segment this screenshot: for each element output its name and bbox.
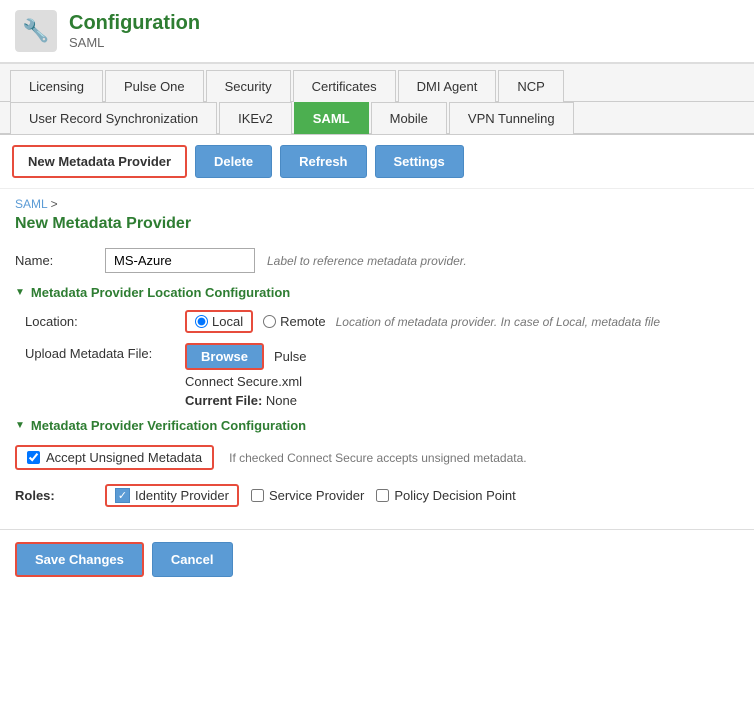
location-hint: Location of metadata provider. In case o… bbox=[336, 315, 660, 329]
location-remote-option[interactable]: Remote bbox=[263, 314, 326, 329]
identity-provider-label: Identity Provider bbox=[135, 488, 229, 503]
upload-actions: Browse Pulse bbox=[185, 343, 307, 370]
unsigned-hint: If checked Connect Secure accepts unsign… bbox=[229, 451, 527, 465]
footer: Save Changes Cancel bbox=[0, 530, 754, 589]
tab-vpn-tunneling[interactable]: VPN Tunneling bbox=[449, 102, 574, 134]
location-label: Location: bbox=[25, 314, 185, 329]
app-icon: 🔧 bbox=[15, 10, 57, 52]
unsigned-label: Accept Unsigned Metadata bbox=[46, 450, 202, 465]
roles-row: Roles: ✓ Identity Provider Service Provi… bbox=[15, 484, 739, 507]
tab-dmi-agent[interactable]: DMI Agent bbox=[398, 70, 497, 102]
unsigned-checkbox[interactable] bbox=[27, 451, 40, 464]
browse-button[interactable]: Browse bbox=[185, 343, 264, 370]
cancel-button[interactable]: Cancel bbox=[152, 542, 233, 577]
location-section-content: Location: Local Remote Location of metad… bbox=[15, 310, 739, 408]
policy-decision-option[interactable]: Policy Decision Point bbox=[376, 488, 515, 503]
chevron-down-icon: ▼ bbox=[15, 287, 25, 298]
breadcrumb-separator: > bbox=[51, 197, 58, 211]
tab-ikev2[interactable]: IKEv2 bbox=[219, 102, 292, 134]
tab-ncp[interactable]: NCP bbox=[498, 70, 563, 102]
new-metadata-provider-button[interactable]: New Metadata Provider bbox=[12, 145, 187, 178]
service-provider-checkbox[interactable] bbox=[251, 489, 264, 502]
current-file-label: Current File: bbox=[185, 393, 262, 408]
unsigned-checkbox-group[interactable]: Accept Unsigned Metadata bbox=[15, 445, 214, 470]
location-local-label: Local bbox=[212, 314, 243, 329]
breadcrumb: SAML > bbox=[0, 189, 754, 213]
location-row: Location: Local Remote Location of metad… bbox=[25, 310, 739, 333]
service-provider-option[interactable]: Service Provider bbox=[251, 488, 364, 503]
breadcrumb-parent[interactable]: SAML bbox=[15, 197, 47, 211]
roles-label: Roles: bbox=[15, 488, 105, 503]
upload-row: Upload Metadata File: Browse Pulse Conne… bbox=[25, 343, 739, 408]
location-remote-label: Remote bbox=[280, 314, 326, 329]
tab-user-record-sync[interactable]: User Record Synchronization bbox=[10, 102, 217, 134]
nav-row-2: User Record Synchronization IKEv2 SAML M… bbox=[0, 102, 754, 135]
name-input[interactable] bbox=[105, 248, 255, 273]
tab-security[interactable]: Security bbox=[206, 70, 291, 102]
unsigned-row: Accept Unsigned Metadata If checked Conn… bbox=[15, 445, 739, 470]
header: 🔧 Configuration SAML bbox=[0, 0, 754, 64]
form-body: Name: Label to reference metadata provid… bbox=[0, 243, 754, 529]
tab-licensing[interactable]: Licensing bbox=[10, 70, 103, 102]
current-file: Current File: None bbox=[185, 393, 307, 408]
name-label: Name: bbox=[15, 253, 105, 268]
identity-provider-option[interactable]: ✓ Identity Provider bbox=[105, 484, 239, 507]
location-options: Local Remote Location of metadata provid… bbox=[185, 310, 660, 333]
name-hint: Label to reference metadata provider. bbox=[267, 254, 467, 268]
name-row: Name: Label to reference metadata provid… bbox=[15, 248, 739, 273]
section-title: New Metadata Provider bbox=[0, 213, 754, 243]
delete-button[interactable]: Delete bbox=[195, 145, 272, 178]
upload-content: Browse Pulse Connect Secure.xml Current … bbox=[185, 343, 307, 408]
tab-pulse-one[interactable]: Pulse One bbox=[105, 70, 204, 102]
identity-provider-checkbox[interactable]: ✓ bbox=[115, 488, 130, 503]
location-remote-radio[interactable] bbox=[263, 315, 276, 328]
refresh-button[interactable]: Refresh bbox=[280, 145, 366, 178]
policy-decision-label: Policy Decision Point bbox=[394, 488, 515, 503]
tab-certificates[interactable]: Certificates bbox=[293, 70, 396, 102]
upload-label: Upload Metadata File: bbox=[25, 343, 185, 361]
pulse-label: Pulse bbox=[274, 349, 307, 364]
roles-options: ✓ Identity Provider Service Provider Pol… bbox=[105, 484, 516, 507]
location-section-header[interactable]: ▼ Metadata Provider Location Configurati… bbox=[15, 285, 739, 300]
current-file-value: None bbox=[266, 393, 297, 408]
chevron-down-icon-2: ▼ bbox=[15, 420, 25, 431]
tab-saml[interactable]: SAML bbox=[294, 102, 369, 134]
location-local-radio[interactable] bbox=[195, 315, 208, 328]
nav-row-1: Licensing Pulse One Security Certificate… bbox=[0, 64, 754, 102]
tab-mobile[interactable]: Mobile bbox=[371, 102, 447, 134]
settings-button[interactable]: Settings bbox=[375, 145, 464, 178]
service-provider-label: Service Provider bbox=[269, 488, 364, 503]
file-name: Connect Secure.xml bbox=[185, 374, 307, 389]
page-subtitle: SAML bbox=[69, 35, 200, 50]
policy-decision-checkbox[interactable] bbox=[376, 489, 389, 502]
page-title: Configuration bbox=[69, 12, 200, 35]
verification-section-header[interactable]: ▼ Metadata Provider Verification Configu… bbox=[15, 418, 739, 433]
toolbar: New Metadata Provider Delete Refresh Set… bbox=[0, 135, 754, 189]
location-local-option[interactable]: Local bbox=[185, 310, 253, 333]
save-changes-button[interactable]: Save Changes bbox=[15, 542, 144, 577]
